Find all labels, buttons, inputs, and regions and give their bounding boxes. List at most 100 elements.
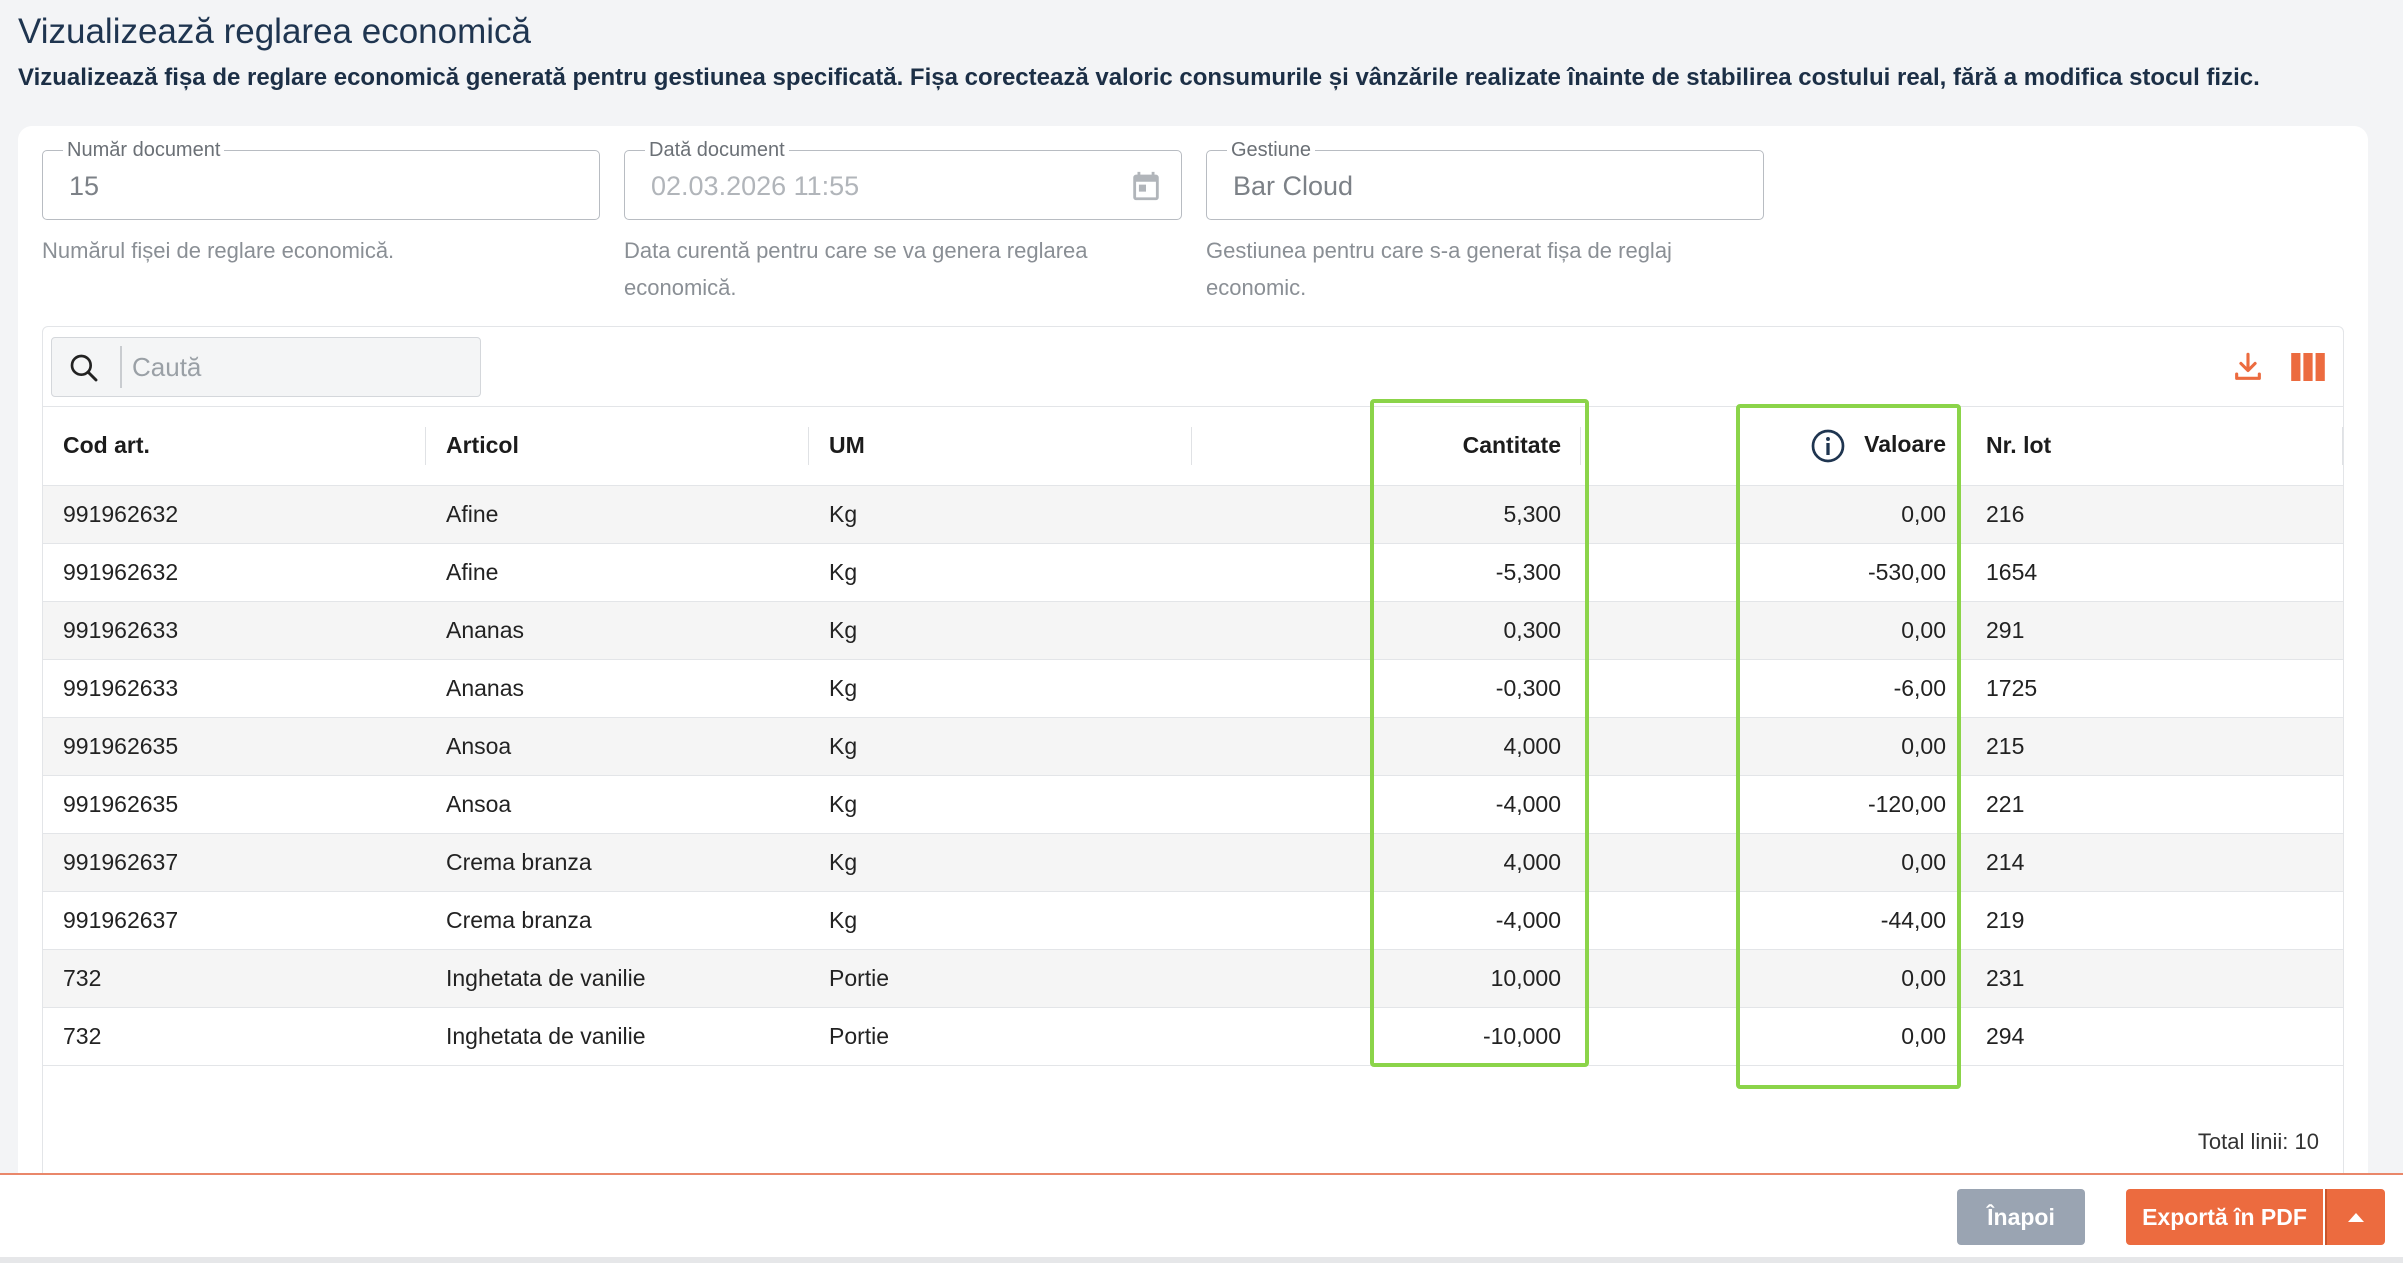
cell-value: -44,00 — [1739, 891, 1966, 950]
col-header-value[interactable]: Valoare — [1739, 407, 1966, 486]
cell-blank — [1581, 833, 1739, 892]
export-pdf-button[interactable]: Exportă în PDF — [2126, 1189, 2323, 1245]
cell-blank — [1192, 485, 1375, 544]
grid-toolbar — [43, 327, 2343, 407]
cell-blank — [1581, 949, 1739, 1008]
cell-blank — [1581, 659, 1739, 718]
cell-article: Afine — [426, 485, 809, 544]
cell-value: 0,00 — [1739, 833, 1966, 892]
cell-blank — [1581, 601, 1739, 660]
search-box[interactable] — [51, 337, 481, 397]
cell-article: Ansoa — [426, 717, 809, 776]
table-row[interactable]: 991962637 Crema branza Kg -4,000 -44,00 219 — [43, 891, 2343, 950]
cell-lot: 231 — [1966, 949, 2343, 1008]
total-lines: Total linii: 10 — [2197, 1129, 2319, 1154]
cell-quantity: 5,300 — [1375, 485, 1581, 544]
cell-um: Kg — [809, 891, 1192, 950]
cell-blank — [1192, 775, 1375, 834]
cell-code: 991962632 — [43, 543, 426, 602]
warehouse-helper: Gestiunea pentru care s-a generat fișa d… — [1206, 238, 1672, 300]
calendar-icon[interactable] — [1129, 167, 1163, 205]
table-row[interactable]: 991962635 Ansoa Kg -4,000 -120,00 221 — [43, 775, 2343, 834]
doc-date-value: 02.03.2026 11:55 — [651, 171, 860, 201]
warehouse-label: Gestiune — [1227, 139, 1316, 162]
cell-lot: 216 — [1966, 485, 2343, 544]
table-row[interactable]: 991962637 Crema branza Kg 4,000 0,00 214 — [43, 833, 2343, 892]
table-row[interactable]: 991962633 Ananas Kg 0,300 0,00 291 — [43, 601, 2343, 660]
cell-article: Ansoa — [426, 775, 809, 834]
col-header-lot[interactable]: Nr. lot — [1966, 407, 2343, 486]
table-row[interactable]: 732 Inghetata de vanilie Portie -10,000 0,00… — [43, 1007, 2343, 1066]
cell-quantity: 4,000 — [1375, 717, 1581, 776]
cell-blank — [1192, 1007, 1375, 1066]
cell-um: Kg — [809, 775, 1192, 834]
cell-quantity: -4,000 — [1375, 891, 1581, 950]
table-row[interactable]: 991962633 Ananas Kg -0,300 -6,00 1725 — [43, 659, 2343, 718]
cell-quantity: 10,000 — [1375, 949, 1581, 1008]
page: Vizualizează reglarea economică Vizualiz… — [0, 0, 2403, 1263]
cell-um: Kg — [809, 601, 1192, 660]
cell-um: Kg — [809, 659, 1192, 718]
doc-date-label: Dată document — [645, 139, 789, 162]
search-input[interactable] — [132, 346, 462, 388]
cell-code: 991962633 — [43, 601, 426, 660]
cell-quantity: -4,000 — [1375, 775, 1581, 834]
cell-code: 991962633 — [43, 659, 426, 718]
cell-code: 732 — [43, 949, 426, 1008]
cell-article: Crema branza — [426, 833, 809, 892]
download-icon[interactable] — [2231, 349, 2265, 385]
cell-um: Kg — [809, 833, 1192, 892]
cell-lot: 1654 — [1966, 543, 2343, 602]
col-header-um[interactable]: UM — [809, 407, 1192, 486]
table-row[interactable]: 991962632 Afine Kg -5,300 -530,00 1654 — [43, 543, 2343, 602]
cell-lot: 219 — [1966, 891, 2343, 950]
doc-date-helper: Data curentă pentru care se va genera re… — [624, 238, 1088, 300]
cell-blank — [1192, 891, 1375, 950]
table-row[interactable]: 732 Inghetata de vanilie Portie 10,000 0,00 2… — [43, 949, 2343, 1008]
cell-code: 991962637 — [43, 891, 426, 950]
cell-value: 0,00 — [1739, 601, 1966, 660]
cell-lot: 215 — [1966, 717, 2343, 776]
cell-um: Kg — [809, 543, 1192, 602]
cell-blank — [1192, 659, 1375, 718]
col-header-code[interactable]: Cod art. — [43, 407, 426, 486]
doc-date-field[interactable]: Dată document 02.03.2026 11:55 — [624, 139, 1182, 220]
table-row[interactable]: 991962632 Afine Kg 5,300 0,00 216 — [43, 485, 2343, 544]
col-header-article[interactable]: Articol — [426, 407, 809, 486]
info-icon[interactable] — [1810, 428, 1846, 464]
doc-number-value: 15 — [69, 171, 100, 201]
cell-blank — [1581, 485, 1739, 544]
data-table: Cod art. Articol UM Cantitate Valoare Nr… — [43, 407, 2343, 1066]
cell-quantity: 4,000 — [1375, 833, 1581, 892]
doc-number-field[interactable]: Număr document 15 — [42, 139, 600, 220]
caret-up-icon — [2348, 1213, 2364, 1222]
cell-blank — [1581, 543, 1739, 602]
cell-blank — [1581, 775, 1739, 834]
columns-icon[interactable] — [2291, 353, 2325, 381]
cell-blank — [1192, 543, 1375, 602]
cell-article: Crema branza — [426, 891, 809, 950]
col-header-quantity[interactable]: Cantitate — [1375, 407, 1581, 486]
back-button[interactable]: Înapoi — [1957, 1189, 2085, 1245]
cell-article: Ananas — [426, 659, 809, 718]
cell-blank — [1581, 717, 1739, 776]
table-row[interactable]: 991962635 Ansoa Kg 4,000 0,00 215 — [43, 717, 2343, 776]
cell-blank — [1192, 717, 1375, 776]
cell-article: Afine — [426, 543, 809, 602]
col-header-blank-2 — [1581, 407, 1739, 486]
warehouse-field[interactable]: Gestiune Bar Cloud — [1206, 139, 1764, 220]
cell-value: 0,00 — [1739, 717, 1966, 776]
cell-lot: 294 — [1966, 1007, 2343, 1066]
cell-code: 732 — [43, 1007, 426, 1066]
cell-value: -530,00 — [1739, 543, 1966, 602]
cell-code: 991962635 — [43, 775, 426, 834]
action-footer: Înapoi Exportă în PDF — [0, 1173, 2403, 1257]
cell-value: 0,00 — [1739, 949, 1966, 1008]
cell-code: 991962632 — [43, 485, 426, 544]
data-grid: Cod art. Articol UM Cantitate Valoare Nr… — [42, 326, 2344, 1186]
document-card: Număr document 15 Numărul fișei de regla… — [18, 126, 2368, 1186]
cell-blank — [1581, 891, 1739, 950]
search-icon — [70, 354, 98, 382]
cell-quantity: -10,000 — [1375, 1007, 1581, 1066]
export-options-button[interactable] — [2325, 1189, 2385, 1245]
